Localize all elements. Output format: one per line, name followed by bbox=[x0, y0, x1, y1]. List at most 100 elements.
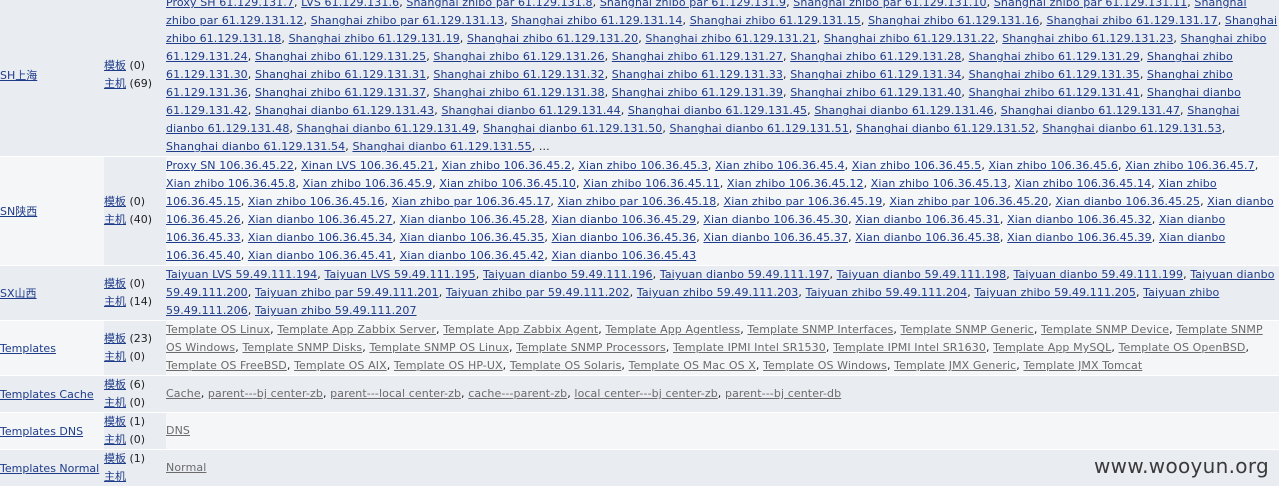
host-link[interactable]: Xian zhibo 106.36.45.11 bbox=[583, 177, 720, 190]
host-link[interactable]: Xian dianbo 106.36.45.37 bbox=[703, 231, 848, 244]
host-link[interactable]: Shanghai zhibo 61.129.131.22 bbox=[824, 32, 995, 45]
host-link[interactable]: Xinan LVS 106.36.45.21 bbox=[301, 159, 434, 172]
host-link[interactable]: Xian dianbo 106.36.45.25 bbox=[1055, 195, 1200, 208]
template-link[interactable]: Template OS FreeBSD bbox=[166, 359, 287, 372]
group-name-link[interactable]: Templates Cache bbox=[0, 388, 94, 401]
group-name-link[interactable]: SX山西 bbox=[0, 287, 37, 300]
host-link[interactable]: Xian zhibo 106.36.45.4 bbox=[715, 159, 845, 172]
host-link[interactable]: Shanghai zhibo 61.129.131.16 bbox=[868, 14, 1039, 27]
host-link[interactable]: Xian zhibo 106.36.45.14 bbox=[1015, 177, 1152, 190]
host-link[interactable]: Shanghai dianbo 61.129.131.55 bbox=[352, 140, 531, 153]
template-link[interactable]: parent---bj center-zb bbox=[208, 387, 323, 400]
hosts-link[interactable]: 主机 bbox=[104, 470, 126, 483]
host-link[interactable]: Xian dianbo 106.36.45.27 bbox=[248, 213, 393, 226]
template-link[interactable]: Template OS Mac OS X bbox=[629, 359, 756, 372]
host-link[interactable]: Xian zhibo 106.36.45.6 bbox=[989, 159, 1119, 172]
hosts-link[interactable]: 主机 bbox=[104, 433, 126, 446]
host-link[interactable]: Xian dianbo 106.36.45.35 bbox=[400, 231, 545, 244]
host-link[interactable]: Shanghai zhibo 61.129.131.35 bbox=[969, 68, 1140, 81]
host-link[interactable]: Xian dianbo 106.36.45.36 bbox=[552, 231, 697, 244]
host-link[interactable]: Taiyuan zhibo 59.49.111.203 bbox=[637, 286, 799, 299]
host-link[interactable]: Taiyuan dianbo 59.49.111.196 bbox=[483, 268, 653, 281]
host-link[interactable]: Xian zhibo 106.36.45.5 bbox=[852, 159, 982, 172]
template-link[interactable]: Cache bbox=[166, 387, 201, 400]
host-link[interactable]: Shanghai dianbo 61.129.131.45 bbox=[628, 104, 807, 117]
host-link[interactable]: Xian dianbo 106.36.45.30 bbox=[703, 213, 848, 226]
host-link[interactable]: Shanghai zhibo 61.129.131.28 bbox=[790, 50, 961, 63]
host-link[interactable]: Shanghai zhibo 61.129.131.23 bbox=[1002, 32, 1173, 45]
host-link[interactable]: Xian dianbo 106.36.45.41 bbox=[248, 249, 393, 262]
host-link[interactable]: Shanghai zhibo par 61.129.131.13 bbox=[311, 14, 504, 27]
host-link[interactable]: Shanghai zhibo 61.129.131.31 bbox=[255, 68, 426, 81]
host-link[interactable]: Shanghai zhibo par 61.129.131.11 bbox=[994, 0, 1187, 9]
host-link[interactable]: Shanghai dianbo 61.129.131.47 bbox=[1001, 104, 1180, 117]
host-link[interactable]: Xian zhibo par 106.36.45.19 bbox=[724, 195, 883, 208]
template-link[interactable]: Template JMX Generic bbox=[894, 359, 1016, 372]
host-link[interactable]: Shanghai zhibo 61.129.131.26 bbox=[433, 50, 604, 63]
group-name-link[interactable]: Templates Normal bbox=[0, 462, 99, 475]
host-link[interactable]: Shanghai zhibo 61.129.131.14 bbox=[511, 14, 682, 27]
host-link[interactable]: Xian dianbo 106.36.45.39 bbox=[1007, 231, 1152, 244]
template-link[interactable]: local center---bj center-zb bbox=[574, 387, 717, 400]
host-link[interactable]: Shanghai zhibo 61.129.131.40 bbox=[790, 86, 961, 99]
host-link[interactable]: Proxy SN 106.36.45.22 bbox=[166, 159, 294, 172]
host-link[interactable]: Taiyuan LVS 59.49.111.194 bbox=[166, 268, 317, 281]
group-name-link[interactable]: SH上海 bbox=[0, 69, 37, 82]
template-link[interactable]: Template OS Solaris bbox=[510, 359, 622, 372]
host-link[interactable]: Xian dianbo 106.36.45.29 bbox=[552, 213, 697, 226]
host-link[interactable]: Shanghai zhibo 61.129.131.33 bbox=[612, 68, 783, 81]
templates-link[interactable]: 模板 bbox=[104, 415, 126, 428]
group-name-link[interactable]: Templates bbox=[0, 342, 56, 355]
host-link[interactable]: Shanghai dianbo 61.129.131.53 bbox=[1042, 122, 1221, 135]
template-link[interactable]: Template OS Windows bbox=[763, 359, 887, 372]
host-link[interactable]: Xian zhibo 106.36.45.9 bbox=[303, 177, 433, 190]
host-link[interactable]: Shanghai zhibo 61.129.131.25 bbox=[255, 50, 426, 63]
template-link[interactable]: Template IPMI Intel SR1530 bbox=[673, 341, 826, 354]
host-link[interactable]: Xian dianbo 106.36.45.38 bbox=[855, 231, 1000, 244]
host-link[interactable]: Shanghai zhibo 61.129.131.41 bbox=[969, 86, 1140, 99]
template-link[interactable]: Template App Zabbix Server bbox=[277, 323, 436, 336]
host-link[interactable]: Xian zhibo par 106.36.45.17 bbox=[392, 195, 551, 208]
host-link[interactable]: Taiyuan dianbo 59.49.111.198 bbox=[837, 268, 1007, 281]
host-link[interactable]: Shanghai dianbo 61.129.131.46 bbox=[814, 104, 993, 117]
host-link[interactable]: Shanghai zhibo 61.129.131.15 bbox=[690, 14, 861, 27]
host-link[interactable]: Shanghai dianbo 61.129.131.49 bbox=[297, 122, 476, 135]
templates-link[interactable]: 模板 bbox=[104, 59, 126, 72]
host-link[interactable]: Shanghai zhibo 61.129.131.17 bbox=[1047, 14, 1218, 27]
host-link[interactable]: Shanghai zhibo 61.129.131.19 bbox=[289, 32, 460, 45]
template-link[interactable]: Template OS AIX bbox=[294, 359, 387, 372]
host-link[interactable]: Taiyuan zhibo par 59.49.111.201 bbox=[255, 286, 439, 299]
template-link[interactable]: Template SNMP Disks bbox=[242, 341, 362, 354]
host-link[interactable]: Taiyuan zhibo 59.49.111.205 bbox=[974, 286, 1136, 299]
template-link[interactable]: Template OS HP-UX bbox=[394, 359, 503, 372]
host-link[interactable]: Xian dianbo 106.36.45.43 bbox=[552, 249, 697, 262]
template-link[interactable]: Template App Zabbix Agent bbox=[443, 323, 598, 336]
host-link[interactable]: Shanghai zhibo 61.129.131.20 bbox=[467, 32, 638, 45]
host-link[interactable]: Taiyuan zhibo par 59.49.111.202 bbox=[446, 286, 630, 299]
host-link[interactable]: Shanghai zhibo par 61.129.131.8 bbox=[406, 0, 592, 9]
host-link[interactable]: Xian zhibo par 106.36.45.20 bbox=[890, 195, 1049, 208]
hosts-link[interactable]: 主机 bbox=[104, 295, 126, 308]
host-link[interactable]: Xian dianbo 106.36.45.42 bbox=[400, 249, 545, 262]
host-link[interactable]: Shanghai dianbo 61.129.131.44 bbox=[441, 104, 620, 117]
host-link[interactable]: Xian zhibo 106.36.45.2 bbox=[442, 159, 572, 172]
template-link[interactable]: Template OS OpenBSD bbox=[1119, 341, 1246, 354]
hosts-link[interactable]: 主机 bbox=[104, 77, 126, 90]
group-name-link[interactable]: Templates DNS bbox=[0, 425, 83, 438]
template-link[interactable]: cache---parent-zb bbox=[468, 387, 567, 400]
host-link[interactable]: Taiyuan LVS 59.49.111.195 bbox=[325, 268, 476, 281]
template-link[interactable]: parent---local center-zb bbox=[330, 387, 461, 400]
host-link[interactable]: Shanghai zhibo par 61.129.131.9 bbox=[600, 0, 786, 9]
host-link[interactable]: Xian zhibo 106.36.45.8 bbox=[166, 177, 296, 190]
host-link[interactable]: Shanghai dianbo 61.129.131.50 bbox=[483, 122, 662, 135]
templates-link[interactable]: 模板 bbox=[104, 277, 126, 290]
host-link[interactable]: LVS 61.129.131.6 bbox=[301, 0, 399, 9]
host-link[interactable]: Xian dianbo 106.36.45.31 bbox=[855, 213, 1000, 226]
host-link[interactable]: Xian zhibo 106.36.45.7 bbox=[1125, 159, 1255, 172]
host-link[interactable]: Taiyuan dianbo 59.49.111.199 bbox=[1013, 268, 1183, 281]
host-link[interactable]: Shanghai zhibo par 61.129.131.10 bbox=[793, 0, 986, 9]
template-link[interactable]: Template OS Linux bbox=[166, 323, 270, 336]
host-link[interactable]: Taiyuan dianbo 59.49.111.197 bbox=[660, 268, 830, 281]
host-link[interactable]: Shanghai zhibo 61.129.131.37 bbox=[255, 86, 426, 99]
host-link[interactable]: Xian zhibo 106.36.45.12 bbox=[727, 177, 864, 190]
